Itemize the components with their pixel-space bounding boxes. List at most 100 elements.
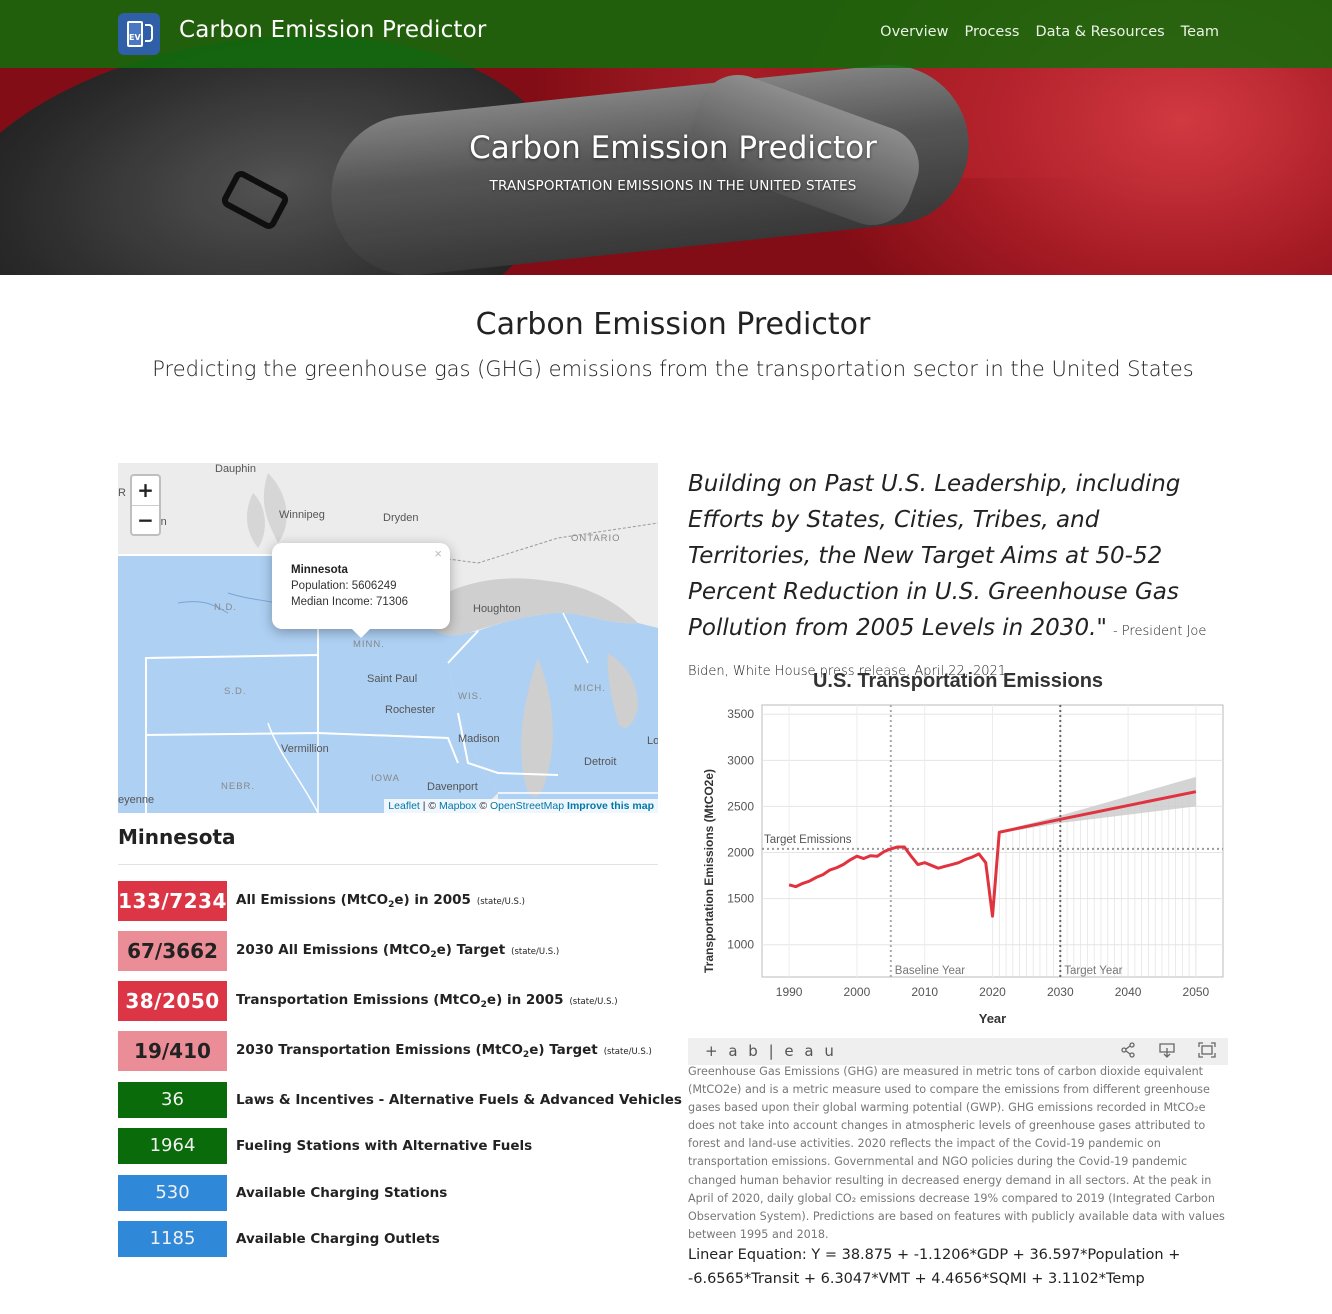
stat-badge: 1964: [118, 1128, 227, 1164]
map-label: MINN.: [353, 639, 385, 650]
tableau-logo[interactable]: + a b | e a u: [705, 1042, 837, 1060]
stat-badge: 67/3662: [118, 931, 227, 971]
map-label: ONTARIO: [571, 533, 621, 544]
stat-row: 19/410 2030 Transportation Emissions (Mt…: [118, 1031, 652, 1071]
map-label: eyenne: [118, 794, 155, 806]
popup-population: Population: 5606249: [291, 580, 397, 592]
popup-title: Minnesota: [291, 564, 348, 576]
reference-label: Baseline Year: [895, 965, 966, 977]
stat-label: Available Charging Outlets: [236, 1231, 440, 1247]
chart-svg: 1000 1500 2000 2500 3000 3500 1990 2000 2010 2020…: [702, 704, 1224, 1026]
stat-label: 2030 Transportation Emissions (MtCO2e) T…: [236, 1042, 652, 1060]
map-label: MICH.: [574, 683, 606, 694]
x-tick-label: 2020: [979, 985, 1006, 999]
hero-title: Carbon Emission Predictor: [469, 130, 877, 166]
y-tick-label: 3500: [727, 707, 754, 721]
osm-link[interactable]: OpenStreetMap: [490, 800, 564, 812]
stat-label: Laws & Incentives - Alternative Fuels & …: [236, 1092, 682, 1108]
page-subtitle: Predicting the greenhouse gas (GHG) emis…: [152, 357, 1194, 381]
x-tick-label: 2040: [1115, 985, 1142, 999]
biden-quote: Building on Past U.S. Leadership, includ…: [688, 466, 1228, 690]
y-tick-label: 1000: [727, 938, 754, 952]
tableau-toolbar: + a b | e a u: [688, 1038, 1228, 1065]
improve-map-link[interactable]: Improve this map: [567, 800, 654, 812]
stat-label: Fueling Stations with Alternative Fuels: [236, 1138, 533, 1154]
popup-income: Median Income: 71306: [291, 596, 408, 608]
map-label: Lo: [647, 735, 658, 747]
brand-title[interactable]: Carbon Emission Predictor: [179, 17, 487, 43]
divider: [118, 864, 658, 865]
map-label: Detroit: [584, 756, 617, 768]
state-map[interactable]: + − Dauphin Winnipeg Dryden ONTARIO R rn…: [118, 463, 658, 813]
map-label: Vermillion: [281, 743, 329, 755]
nav-team[interactable]: Team: [1181, 24, 1219, 40]
map-label: Winnipeg: [279, 509, 325, 521]
chart-title: U.S. Transportation Emissions: [812, 670, 1104, 692]
stat-label: All Emissions (MtCO2e) in 2005 (state/U.S…: [236, 892, 525, 910]
x-tick-label: 1990: [776, 985, 803, 999]
stat-row: 67/3662 2030 All Emissions (MtCO2e) Targ…: [118, 931, 559, 971]
hero-subtitle: TRANSPORTATION EMISSIONS IN THE UNITED S…: [489, 178, 857, 194]
stat-badge: 133/7234: [118, 881, 227, 921]
map-label: Houghton: [473, 603, 521, 615]
map-label: S.D.: [224, 686, 247, 697]
mapbox-link[interactable]: Mapbox: [439, 800, 476, 812]
reference-label: Target Year: [1064, 965, 1122, 977]
zoom-control: + −: [130, 474, 161, 536]
ev-fuel-pump-icon[interactable]: EV: [118, 13, 160, 55]
map-label: IOWA: [371, 773, 400, 784]
page-title: Carbon Emission Predictor: [475, 307, 871, 342]
quote-text: Building on Past U.S. Leadership, includ…: [688, 471, 1181, 641]
x-tick-label: 2030: [1047, 985, 1074, 999]
navbar: EV Carbon Emission Predictor Overview Pr…: [0, 0, 1332, 68]
stat-row: 1185 Available Charging Outlets: [118, 1221, 440, 1257]
y-tick-label: 3000: [727, 753, 754, 767]
map-attribution: Leaflet | © Mapbox © OpenStreetMap Impro…: [384, 799, 658, 813]
linear-equation: Linear Equation: Y = 38.875 + -1.1206*GD…: [688, 1247, 1181, 1287]
map-label: R: [118, 487, 126, 499]
stat-label: Transportation Emissions (MtCO2e) in 200…: [236, 992, 618, 1010]
map-label: WIS.: [458, 691, 483, 702]
map-label: NEBR.: [221, 781, 256, 792]
leaflet-link[interactable]: Leaflet: [388, 800, 420, 812]
stat-label: Available Charging Stations: [236, 1185, 448, 1201]
stat-badge: 36: [118, 1082, 227, 1118]
nav-process[interactable]: Process: [964, 24, 1019, 40]
stat-row: 530 Available Charging Stations: [118, 1175, 447, 1211]
map-label: Madison: [458, 733, 500, 745]
chart-description: Greenhouse Gas Emissions (GHG) are measu…: [688, 1065, 1225, 1241]
map-label: N.D.: [214, 602, 237, 613]
stat-badge: 38/2050: [118, 981, 227, 1021]
zoom-in-button[interactable]: +: [132, 476, 159, 505]
map-popup: × Minnesota Population: 5606249 Median I…: [272, 543, 450, 638]
map-label: Dauphin: [215, 463, 256, 475]
stat-row: 36 Laws & Incentives - Alternative Fuels…: [118, 1082, 682, 1118]
y-tick-label: 2000: [727, 846, 754, 860]
nav-data-resources[interactable]: Data & Resources: [1035, 24, 1164, 40]
emissions-chart[interactable]: U.S. Transportation Emissions 1000 1500 20…: [688, 660, 1228, 1035]
stat-row: 133/7234 All Emissions (MtCO2e) in 2005(…: [118, 881, 525, 921]
popup-close-icon[interactable]: ×: [434, 546, 442, 562]
zoom-out-button[interactable]: −: [132, 505, 159, 534]
brand-icon-text: EV: [129, 33, 141, 42]
fullscreen-icon[interactable]: [1198, 1042, 1216, 1062]
y-axis-label: Transportation Emissions (MtCO2e): [702, 769, 716, 973]
stat-badge: 19/410: [118, 1031, 227, 1071]
y-tick-label: 2500: [727, 799, 754, 813]
y-tick-label: 1500: [727, 892, 754, 906]
stat-badge: 1185: [118, 1221, 227, 1257]
x-tick-label: 2050: [1183, 985, 1210, 999]
stat-badge: 530: [118, 1175, 227, 1211]
nav-overview[interactable]: Overview: [880, 24, 948, 40]
nav-links: Overview Process Data & Resources Team: [880, 24, 1219, 40]
map-label: Davenport: [427, 781, 478, 793]
stat-row: 1964 Fueling Stations with Alternative F…: [118, 1128, 532, 1164]
reference-label: Target Emissions: [764, 834, 852, 846]
x-tick-label: 2010: [911, 985, 938, 999]
download-icon[interactable]: [1158, 1042, 1176, 1062]
stat-label: 2030 All Emissions (MtCO2e) Target (state…: [236, 942, 560, 960]
share-icon[interactable]: [1120, 1042, 1136, 1062]
state-name: Minnesota: [118, 825, 236, 849]
stat-row: 38/2050 Transportation Emissions (MtCO2e…: [118, 981, 618, 1021]
x-tick-label: 2000: [844, 985, 871, 999]
